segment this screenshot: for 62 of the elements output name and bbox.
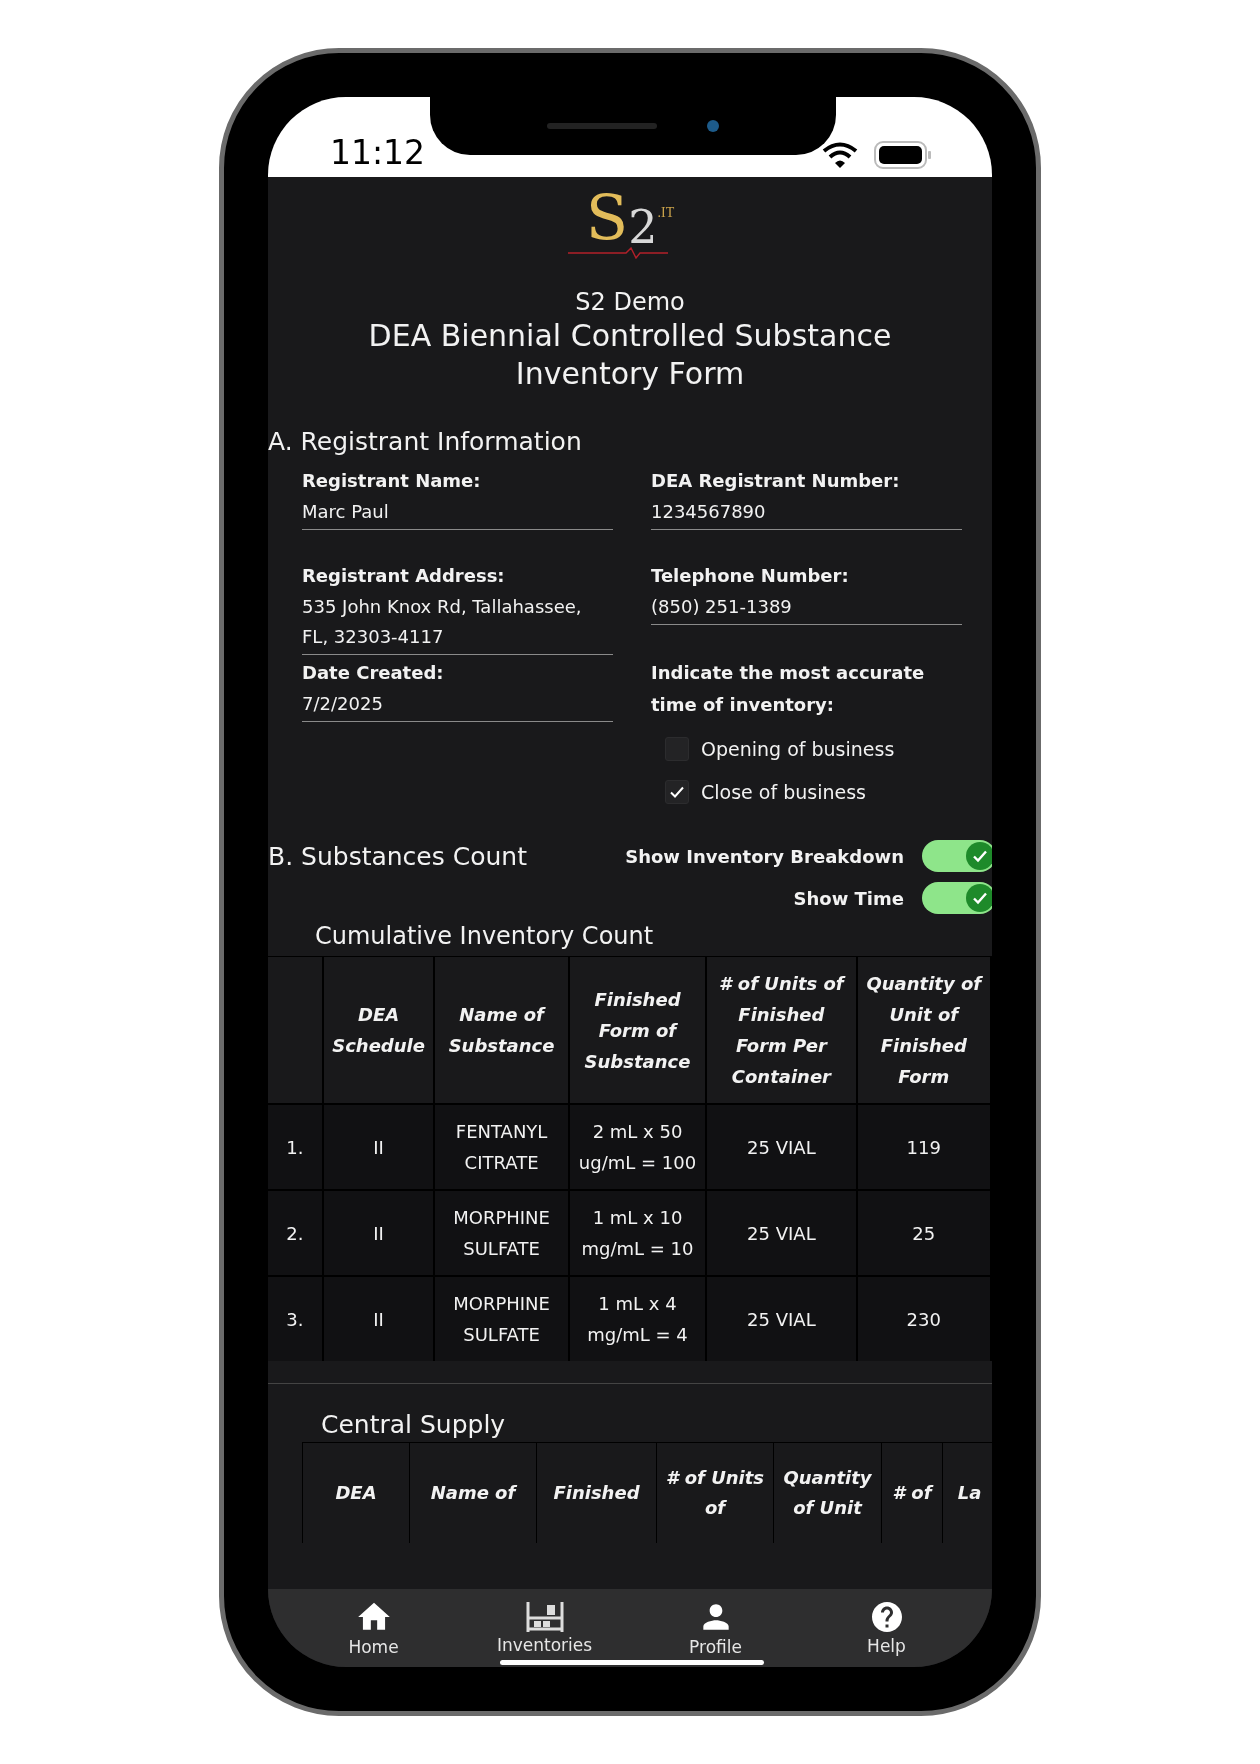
shelf-icon [524,1600,565,1634]
table-title: Cumulative Inventory Count [314,921,655,952]
table-cell: 25 VIAL [707,1277,858,1361]
toggle-label: Show Time [793,886,904,911]
column-header: # of Units of [657,1443,774,1543]
clock-time: 11:12 [330,136,426,169]
column-header: DEA [303,1443,410,1543]
wifi-icon [822,141,858,169]
table-cell: MORPHINE SULFATE [435,1191,570,1275]
battery-icon [874,141,932,169]
section-heading: B. Substances Count [268,841,527,873]
field-value: Marc Paul [302,497,613,530]
tab-button[interactable]: Profile [640,1598,791,1658]
tab-button[interactable]: Inventories [469,1600,620,1656]
table-cell: MORPHINE SULFATE [435,1277,570,1361]
section-heading: A. Registrant Information [268,426,583,458]
toggle-switch[interactable] [922,882,992,914]
field-label: Registrant Name: [302,469,482,493]
tab-button[interactable]: Help [811,1599,962,1657]
table-cell: 25 VIAL [707,1105,858,1189]
column-header: Name of Substance [435,957,570,1103]
table-cell: II [323,1277,436,1361]
table-cell: 119 [857,1105,992,1189]
column-header: Quantity of Unit of Finished Form [857,957,992,1103]
table-cell: 1 mL x 10 mg/mL = 10 [569,1191,708,1275]
column-header: Quantity of Unit [774,1443,882,1543]
tab-button[interactable]: Home [298,1598,449,1658]
table-cell: 1 mL x 4 mg/mL = 4 [569,1277,708,1361]
column-header: La [943,1443,992,1543]
field-value: 1234567890 [651,497,962,530]
column-header: # of [882,1443,943,1543]
field-label: DEA Registrant Number: [651,469,901,493]
table-cell: FENTANYL CITRATE [435,1105,570,1189]
field-label: Registrant Address: [302,564,506,588]
field-value: 535 John Knox Rd, Tallahassee, FL, 32303-4117 [302,592,613,655]
toggle-switch[interactable] [922,840,992,872]
table-cell: 25 [857,1191,992,1275]
field-label: Indicate the most accurate time of inventory: [651,661,926,717]
table-cell: 2 mL x 50 ug/mL = 100 [569,1105,708,1189]
table-cell: 1. [268,1105,324,1189]
table-cell: 2. [268,1191,324,1275]
column-header: Finished Form of Substance [569,957,708,1103]
table-cell: II [323,1191,436,1275]
column-header: Name of [410,1443,537,1543]
checkbox[interactable] [665,779,689,804]
organization-name: S2 Demo [574,287,686,317]
column-header: DEA Schedule [323,957,436,1103]
table-cell: 3. [268,1277,324,1361]
table-cell: II [323,1105,436,1189]
column-header: Finished [537,1443,657,1543]
field-label: Date Created: [302,661,445,685]
column-header: # of Units of Finished Form Per Container [707,957,858,1103]
field-value: (850) 251-1389 [651,592,962,625]
table-title: Central Supply [320,1409,507,1441]
table-cell: 25 VIAL [707,1191,858,1275]
checkbox-label: Opening of business [701,737,895,762]
field-label: Telephone Number: [651,564,850,588]
checkbox-label: Close of business [701,779,866,805]
table-cell: 230 [857,1277,992,1361]
toggle-label: Show Inventory Breakdown [625,844,904,869]
field-value: 7/2/2025 [302,689,613,722]
form-title: DEA Biennial Controlled Substance Inventory Form [367,317,893,393]
